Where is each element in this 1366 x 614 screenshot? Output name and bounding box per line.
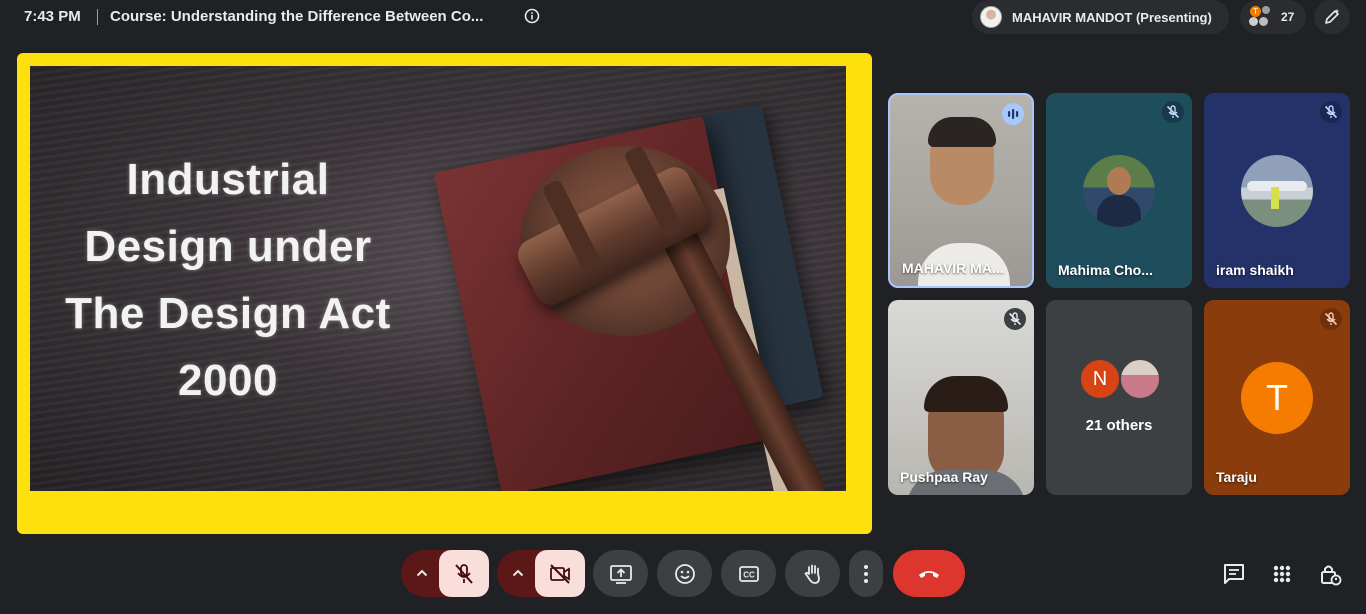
avatar bbox=[1119, 358, 1161, 400]
more-options-button[interactable] bbox=[849, 550, 883, 597]
slide-line: 2000 bbox=[178, 356, 278, 405]
lock-person-icon bbox=[1321, 565, 1342, 586]
mic-off-icon bbox=[1004, 308, 1026, 330]
participant-tile-mahima[interactable]: Mahima Cho... bbox=[1046, 93, 1192, 288]
participant-tile-iram[interactable]: iram shaikh bbox=[1204, 93, 1350, 288]
mini-avatar bbox=[1259, 17, 1268, 26]
participant-name: Mahima Cho... bbox=[1058, 262, 1153, 278]
captions-icon: CC bbox=[739, 566, 759, 582]
person-hair bbox=[924, 376, 1008, 412]
mic-off-icon bbox=[1162, 101, 1184, 123]
video-options-button[interactable] bbox=[497, 550, 539, 597]
mini-avatar bbox=[1249, 17, 1258, 26]
presentation-frame: Industrial Design under The Design Act 2… bbox=[17, 53, 872, 534]
edit-pencil-button[interactable] bbox=[1314, 0, 1350, 34]
hang-up-icon bbox=[919, 571, 939, 578]
participant-tile-others[interactable]: N 21 others bbox=[1046, 300, 1192, 495]
participant-tile-pushpaa[interactable]: Pushpaa Ray bbox=[888, 300, 1034, 495]
slide-title: Industrial Design under The Design Act 2… bbox=[30, 146, 426, 414]
chat-icon bbox=[1224, 564, 1244, 584]
clock: 7:43 PM bbox=[24, 8, 81, 25]
people-button[interactable]: T 27 bbox=[1240, 0, 1306, 34]
mic-control-group bbox=[401, 550, 489, 597]
avatar-initial: T bbox=[1241, 362, 1313, 434]
mic-off-icon bbox=[455, 564, 473, 584]
raise-hand-icon bbox=[804, 564, 820, 584]
avatar-initial: N bbox=[1079, 358, 1121, 400]
avatar bbox=[1083, 155, 1155, 227]
presentation-slide: Industrial Design under The Design Act 2… bbox=[30, 66, 846, 491]
slide-line: The Design Act bbox=[65, 289, 391, 338]
more-vert-icon bbox=[864, 565, 868, 583]
chevron-up-icon bbox=[512, 569, 524, 577]
camera-off-icon bbox=[550, 564, 570, 584]
mini-avatar-t: T bbox=[1250, 6, 1261, 17]
emoji-icon bbox=[675, 564, 695, 584]
camera-control-group bbox=[497, 550, 585, 597]
presenter-avatar bbox=[980, 6, 1002, 28]
present-screen-icon bbox=[610, 565, 632, 584]
apps-grid-icon bbox=[1273, 565, 1291, 583]
mic-off-icon bbox=[1320, 101, 1342, 123]
person-hair bbox=[928, 117, 996, 147]
divider bbox=[97, 9, 98, 25]
chat-button[interactable] bbox=[1221, 561, 1247, 587]
leave-call-button[interactable] bbox=[893, 550, 965, 597]
mini-avatar bbox=[1262, 6, 1270, 14]
mic-off-icon bbox=[1320, 308, 1342, 330]
top-bar: 7:43 PM Course: Understanding the Differ… bbox=[0, 0, 1366, 34]
pencil-sparkle-icon bbox=[1325, 9, 1339, 24]
participant-count: 27 bbox=[1281, 10, 1295, 24]
audio-options-button[interactable] bbox=[401, 550, 443, 597]
participant-tile-mahavir[interactable]: MAHAVIR MA... bbox=[888, 93, 1034, 288]
svg-text:CC: CC bbox=[743, 571, 755, 580]
captions-button[interactable]: CC bbox=[721, 550, 776, 597]
participant-name: MAHAVIR MA... bbox=[902, 260, 1004, 276]
emoji-reactions-button[interactable] bbox=[657, 550, 712, 597]
speaking-indicator-icon bbox=[1002, 103, 1024, 125]
participant-name: Taraju bbox=[1216, 469, 1257, 485]
participant-name: Pushpaa Ray bbox=[900, 469, 988, 485]
activities-button[interactable] bbox=[1269, 561, 1295, 587]
chevron-up-icon bbox=[416, 569, 428, 577]
slide-line: Industrial bbox=[126, 155, 330, 204]
presenter-label: MAHAVIR MANDOT (Presenting) bbox=[1012, 10, 1212, 25]
meeting-title: Course: Understanding the Difference Bet… bbox=[110, 8, 484, 25]
present-screen-button[interactable] bbox=[593, 550, 648, 597]
slide-line: Design under bbox=[84, 222, 372, 271]
others-count: 21 others bbox=[1085, 417, 1153, 434]
participant-tile-taraju[interactable]: T Taraju bbox=[1204, 300, 1350, 495]
avatar bbox=[1241, 155, 1313, 227]
presenter-chip[interactable]: MAHAVIR MANDOT (Presenting) bbox=[972, 0, 1229, 34]
camera-toggle-button[interactable] bbox=[535, 550, 585, 597]
info-icon[interactable] bbox=[524, 8, 540, 24]
raise-hand-button[interactable] bbox=[785, 550, 840, 597]
host-controls-button[interactable] bbox=[1317, 561, 1343, 587]
mic-toggle-button[interactable] bbox=[439, 550, 489, 597]
participant-name: iram shaikh bbox=[1216, 262, 1294, 278]
